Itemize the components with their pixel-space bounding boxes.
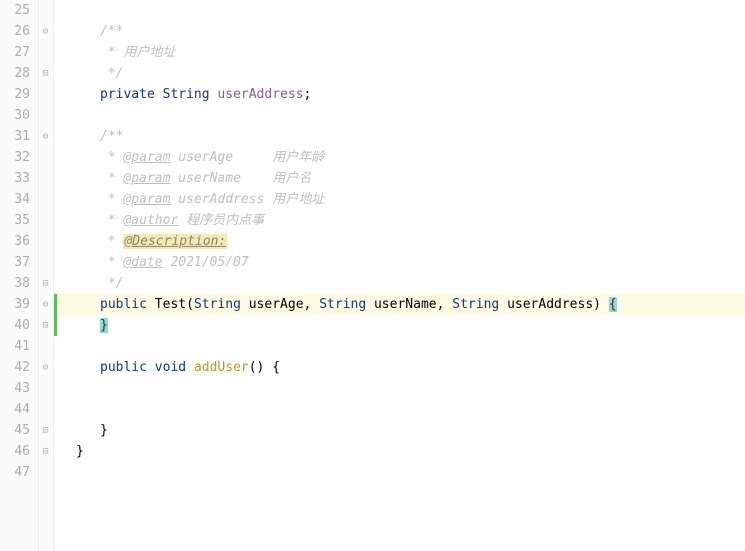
- line-number: 31: [4, 126, 30, 147]
- brace: }: [100, 423, 108, 438]
- keyword: public: [100, 360, 147, 375]
- method-name: addUser: [194, 360, 249, 375]
- line-number: 28: [4, 63, 30, 84]
- line-number-gutter: 25 26 27 28 29 30 31 32 33 34 35 36 37 3…: [0, 0, 39, 551]
- doc-tag: @param: [123, 171, 170, 186]
- line-number: 33: [4, 168, 30, 189]
- fold-toggle-icon[interactable]: ⊟: [41, 69, 50, 78]
- comment: /**: [100, 129, 123, 144]
- code-line[interactable]: * @param userAddress 用户地址: [58, 189, 745, 210]
- fold-toggle-icon[interactable]: ⊟: [41, 447, 50, 456]
- fold-toggle-icon[interactable]: ⊟: [41, 321, 50, 330]
- line-number: 35: [4, 210, 30, 231]
- type: String: [163, 87, 210, 102]
- param-name: userAge: [178, 150, 233, 165]
- code-line-current[interactable]: public Test(String userAge, String userN…: [58, 294, 745, 315]
- code-line[interactable]: * @param userName 用户名: [58, 168, 745, 189]
- code-line[interactable]: [58, 462, 745, 483]
- fold-toggle-icon[interactable]: ⊟: [41, 426, 50, 435]
- code-line[interactable]: [58, 105, 745, 126]
- code-line[interactable]: }: [58, 441, 745, 462]
- identifier: userAddress: [217, 87, 303, 102]
- keyword: private: [100, 87, 155, 102]
- doc-desc: 2021/05/07: [163, 255, 249, 270]
- doc-tag: @param: [123, 150, 170, 165]
- comment-star: *: [100, 192, 123, 207]
- change-marker: [54, 315, 57, 336]
- brace-match: }: [100, 318, 108, 333]
- class-name: Test: [155, 297, 186, 312]
- code-line[interactable]: [58, 378, 745, 399]
- line-number: 34: [4, 189, 30, 210]
- code-editor[interactable]: 25 26 27 28 29 30 31 32 33 34 35 36 37 3…: [0, 0, 745, 551]
- comment: /**: [100, 24, 123, 39]
- code-line[interactable]: }: [58, 315, 745, 336]
- semicolon: ;: [304, 87, 312, 102]
- doc-tag: @author: [123, 213, 178, 228]
- line-number: 40: [4, 315, 30, 336]
- param-desc: 用户名: [272, 171, 311, 186]
- param-name: userName: [178, 171, 241, 186]
- comment: */: [100, 66, 123, 81]
- line-number: 27: [4, 42, 30, 63]
- change-marker: [54, 294, 57, 315]
- line-number: 42: [4, 357, 30, 378]
- line-number: 37: [4, 252, 30, 273]
- code-line[interactable]: [58, 336, 745, 357]
- comment-star: *: [100, 171, 123, 186]
- line-number: 26: [4, 21, 30, 42]
- code-area[interactable]: /** * 用户地址 */ private String userAddress…: [54, 0, 745, 551]
- param-desc: 用户年龄: [272, 150, 324, 165]
- line-number: 45: [4, 420, 30, 441]
- code-line[interactable]: [58, 399, 745, 420]
- line-number: 41: [4, 336, 30, 357]
- code-line[interactable]: /**: [58, 21, 745, 42]
- doc-tag-highlighted: @Description:: [123, 234, 227, 249]
- param-desc: 用户地址: [272, 192, 324, 207]
- code-line[interactable]: public void addUser() {: [58, 357, 745, 378]
- line-number: 29: [4, 84, 30, 105]
- line-number: 39: [4, 294, 30, 315]
- comment: * 用户地址: [100, 45, 175, 60]
- comment-star: *: [100, 213, 123, 228]
- comment-star: *: [100, 255, 123, 270]
- line-number: 43: [4, 378, 30, 399]
- comment: */: [100, 276, 123, 291]
- line-number: 44: [4, 399, 30, 420]
- code-line[interactable]: * @author 程序员内点事: [58, 210, 745, 231]
- fold-toggle-icon[interactable]: ⊖: [41, 300, 50, 309]
- line-number: 30: [4, 105, 30, 126]
- code-line[interactable]: * @date 2021/05/07: [58, 252, 745, 273]
- fold-toggle-icon[interactable]: ⊖: [41, 363, 50, 372]
- line-number: 32: [4, 147, 30, 168]
- comment-star: *: [100, 234, 123, 249]
- doc-tag: @param: [123, 192, 170, 207]
- line-number: 46: [4, 441, 30, 462]
- fold-toggle-icon[interactable]: ⊖: [41, 27, 50, 36]
- brace: }: [76, 444, 84, 459]
- line-number: 38: [4, 273, 30, 294]
- brace-match: {: [609, 297, 617, 312]
- line-number: 47: [4, 462, 30, 483]
- code-line[interactable]: private String userAddress;: [58, 84, 745, 105]
- code-line[interactable]: * 用户地址: [58, 42, 745, 63]
- line-number: 36: [4, 231, 30, 252]
- code-line[interactable]: */: [58, 273, 745, 294]
- fold-gutter[interactable]: ⊖ ⊟ ⊖ ⊟ ⊖ ⊟ ⊖ ⊟ ⊟: [39, 0, 54, 551]
- return-type: void: [155, 360, 186, 375]
- code-line[interactable]: * @param userAge 用户年龄: [58, 147, 745, 168]
- fold-toggle-icon[interactable]: ⊟: [41, 279, 50, 288]
- doc-desc: 程序员内点事: [178, 213, 264, 228]
- code-line[interactable]: }: [58, 420, 745, 441]
- fold-toggle-icon[interactable]: ⊖: [41, 132, 50, 141]
- keyword: public: [100, 297, 147, 312]
- line-number: 25: [4, 0, 30, 21]
- code-line[interactable]: */: [58, 63, 745, 84]
- code-line[interactable]: [58, 0, 745, 21]
- doc-tag: @date: [123, 255, 162, 270]
- param-name: userAddress: [178, 192, 264, 207]
- comment-star: *: [100, 150, 123, 165]
- code-line[interactable]: /**: [58, 126, 745, 147]
- code-line[interactable]: * @Description:: [58, 231, 745, 252]
